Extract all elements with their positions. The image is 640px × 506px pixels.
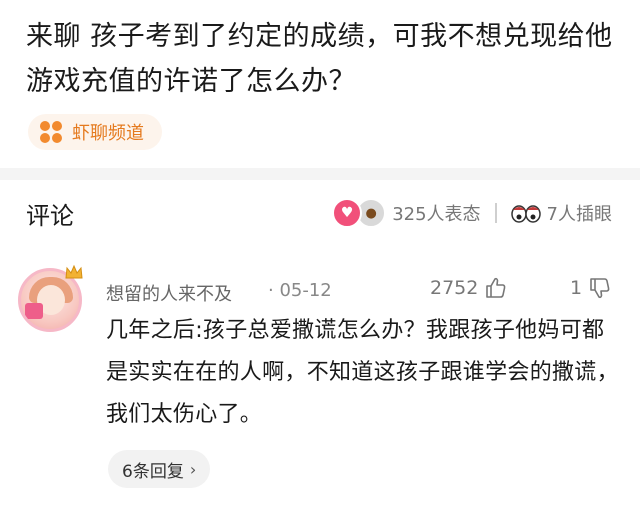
thumbs-up-icon: [486, 277, 506, 298]
crown-icon: [65, 264, 83, 279]
heart-icon: ♥: [332, 198, 363, 228]
avatar[interactable]: [18, 264, 84, 334]
dislike-button[interactable]: 1: [570, 276, 612, 300]
reaction-count: 325人表态: [392, 204, 481, 225]
view-replies-button[interactable]: 6条回复 ›: [108, 450, 211, 488]
section-divider: [0, 168, 640, 180]
avatar-tag: [25, 303, 43, 319]
channel-chip[interactable]: 虾聊频道: [28, 114, 162, 150]
dislike-count: 1: [570, 277, 583, 299]
comments-header: 评论 ♥ ● 325人表态 7人插眼: [0, 180, 640, 244]
eye-roll-count: 7人插眼: [546, 204, 612, 225]
comments-title: 评论: [26, 202, 74, 230]
comment-date: · 05-12: [268, 280, 332, 301]
eyes-icon: [510, 205, 541, 223]
article-title: 来聊 孩子考到了约定的成绩，可我不想兑现给他游戏充值的许诺了怎么办？: [26, 21, 613, 97]
like-count: 2752: [430, 277, 479, 299]
comment-item: 想留的人来不及 · 05-12 2752 1 几年之后:孩子总爱撒谎怎么办？我跟…: [0, 244, 640, 506]
thumbs-down-icon: [590, 278, 610, 299]
divider: [494, 203, 497, 223]
comment-text: 几年之后:孩子总爱撒谎怎么办？我跟孩子他妈可都是实实在在的人啊，不知道这孩子跟谁…: [106, 318, 619, 427]
like-button[interactable]: 2752: [430, 276, 508, 300]
comment-username[interactable]: 想留的人来不及: [106, 280, 232, 306]
channel-label: 虾聊频道: [72, 123, 144, 144]
four-dots-icon: [40, 121, 62, 143]
replies-label: 6条回复: [122, 461, 184, 482]
reactions-summary[interactable]: ♥ ● 325人表态 7人插眼: [332, 198, 612, 228]
chevron-right-icon: ›: [189, 459, 197, 479]
